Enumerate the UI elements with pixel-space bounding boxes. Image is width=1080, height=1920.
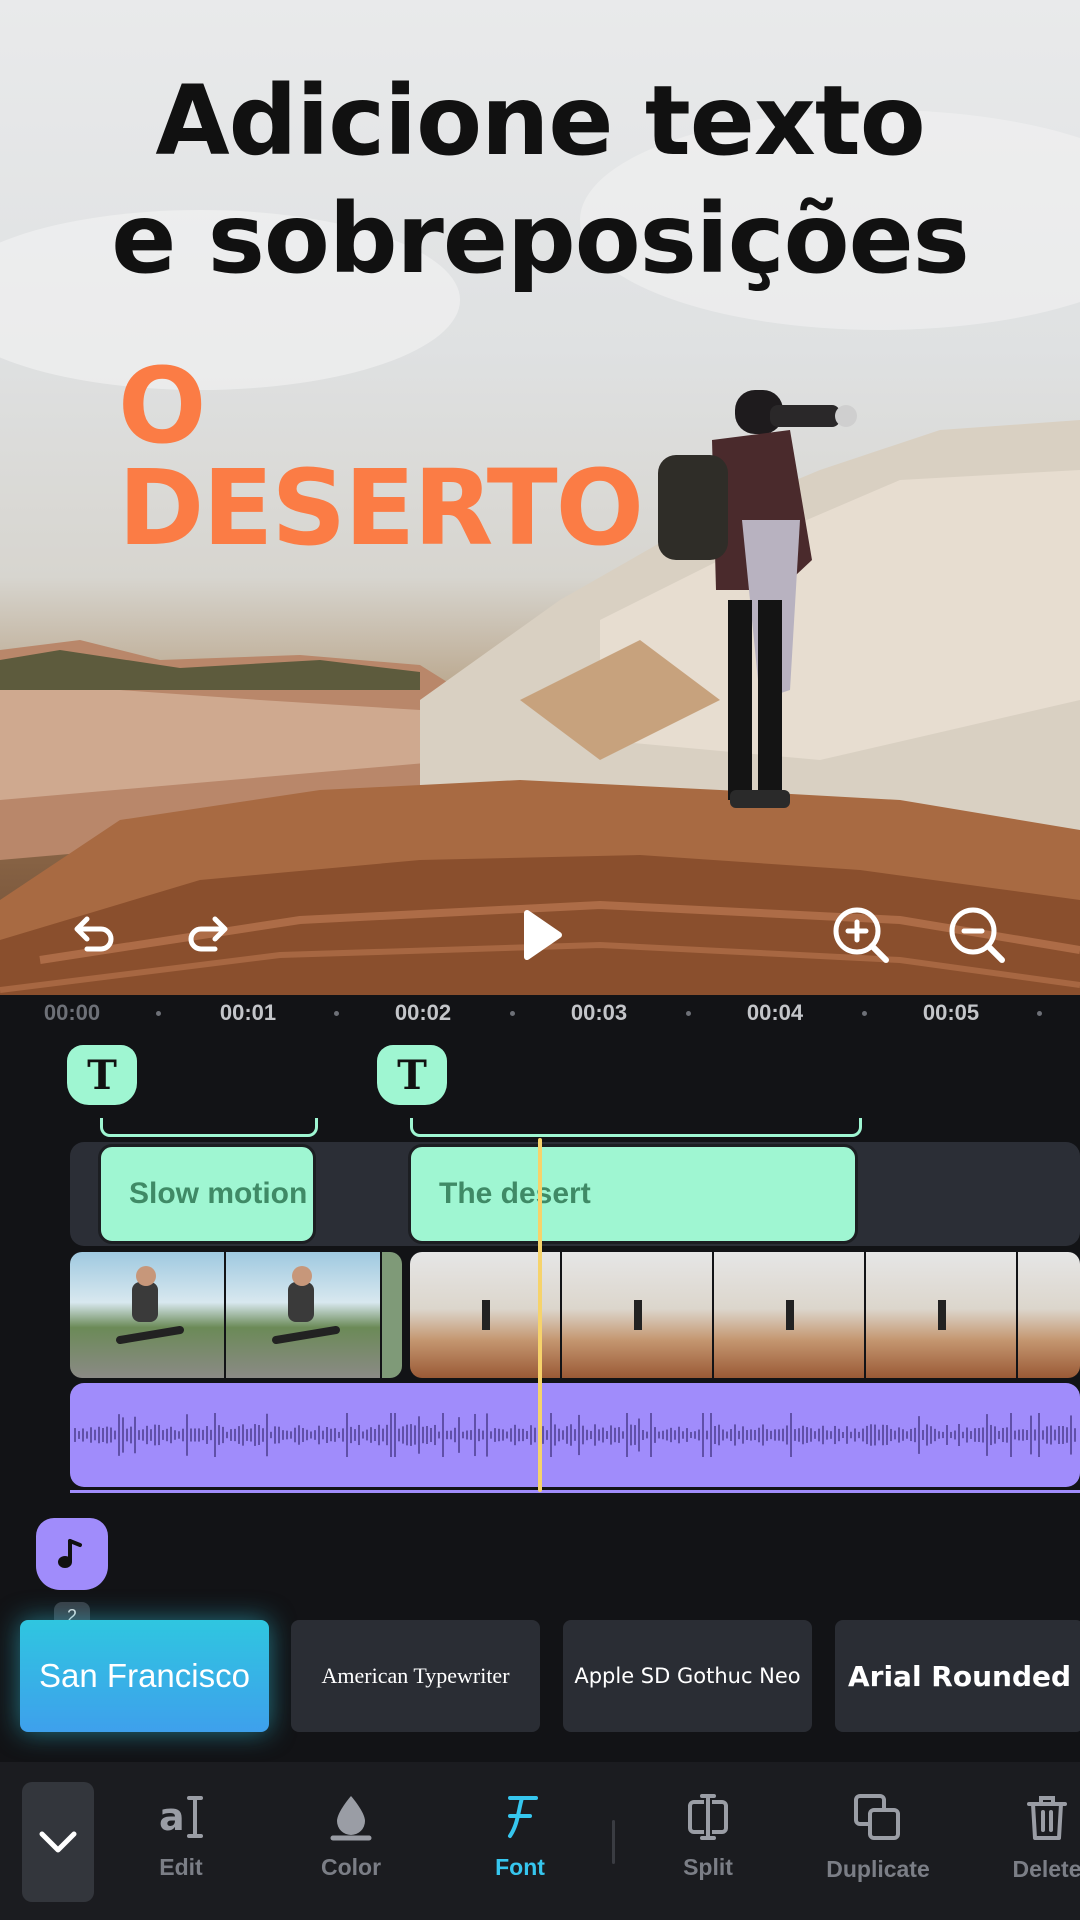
video-thumbnail: [226, 1252, 380, 1378]
tick-dot: [1037, 1011, 1042, 1016]
music-marker[interactable]: [36, 1518, 108, 1590]
overlay-line-2: DESERTO: [118, 447, 644, 569]
tool-font[interactable]: Font: [445, 1792, 595, 1881]
tool-duplicate[interactable]: Duplicate: [803, 1792, 953, 1883]
undo-icon: [74, 916, 114, 952]
color-drop-icon: [330, 1796, 372, 1841]
tool-label: Split: [683, 1854, 733, 1880]
video-thumbnail: [70, 1252, 224, 1378]
video-clip-desert[interactable]: [410, 1252, 1080, 1378]
zoom-out-button[interactable]: [942, 900, 1012, 970]
playhead[interactable]: [538, 1138, 542, 1492]
play-icon: [524, 910, 562, 960]
zoom-out-icon: [949, 907, 1005, 963]
collapse-button[interactable]: [22, 1782, 94, 1902]
time-ruler[interactable]: 00:00 00:01 00:02 00:03 00:04 00:05: [0, 995, 1080, 1035]
duplicate-icon: [854, 1794, 900, 1840]
tool-color[interactable]: Color: [276, 1792, 426, 1881]
redo-icon: [188, 916, 228, 952]
music-note-icon: [58, 1539, 82, 1568]
tool-label: Edit: [159, 1854, 203, 1880]
zoom-in-button[interactable]: [826, 900, 896, 970]
text-clip-bracket: [100, 1118, 318, 1137]
text-marker[interactable]: T: [377, 1045, 447, 1105]
tool-split[interactable]: Split: [633, 1792, 783, 1881]
tool-edit[interactable]: a Edit: [106, 1792, 256, 1881]
tool-delete[interactable]: Delete: [972, 1792, 1080, 1883]
text-clip-label: The desert: [439, 1177, 591, 1210]
tick-dot: [862, 1011, 867, 1016]
text-marker[interactable]: T: [67, 1045, 137, 1105]
video-thumbnail: [714, 1252, 864, 1378]
font-chip-arial-rounded[interactable]: Arial Rounded: [835, 1620, 1080, 1732]
headline-line-1: Adicione texto: [155, 65, 925, 177]
redo-button[interactable]: [174, 900, 244, 970]
video-thumbnail: [382, 1252, 402, 1378]
audio-track[interactable]: [70, 1383, 1080, 1487]
text-clip-slow-motion[interactable]: Slow motion: [98, 1144, 316, 1244]
text-edit-icon: a: [159, 1795, 203, 1839]
headline-line-2: e sobreposições: [111, 183, 970, 295]
promo-headline: Adicione texto e sobreposições: [0, 62, 1080, 298]
tick-label: 00:01: [219, 1000, 277, 1025]
tick-label: 00:03: [570, 1000, 628, 1025]
font-chip-american-typewriter[interactable]: American Typewriter: [291, 1620, 540, 1732]
tick-label: 00:04: [746, 1000, 804, 1025]
tool-label: Duplicate: [826, 1856, 930, 1882]
video-clip-skate[interactable]: [70, 1252, 402, 1378]
trash-icon: [1027, 1796, 1067, 1840]
audio-bracket: [70, 1490, 1080, 1493]
svg-text:a: a: [159, 1795, 185, 1839]
undo-button[interactable]: [58, 900, 128, 970]
split-icon: [688, 1792, 728, 1842]
video-thumbnail: [562, 1252, 712, 1378]
skater-thumbnail: [116, 1266, 184, 1344]
bottom-toolbar: a Edit Color Font Split Duplicate Delete: [0, 1762, 1080, 1920]
tick-dot: [686, 1011, 691, 1016]
desert-thumbnail: [786, 1300, 794, 1330]
tool-label: Delete: [1012, 1856, 1080, 1882]
play-button[interactable]: [505, 900, 575, 970]
text-clip-label: Slow motion: [129, 1177, 308, 1210]
chevron-down-icon: [39, 1831, 77, 1853]
tool-label: Color: [320, 1854, 382, 1880]
zoom-in-icon: [833, 907, 889, 963]
text-overlay[interactable]: O DESERTO: [118, 345, 644, 569]
audio-waveform: [74, 1413, 1076, 1457]
overlay-line-1: O: [118, 345, 206, 467]
desert-thumbnail: [634, 1300, 642, 1330]
tick-dot: [156, 1011, 161, 1016]
tick-dot: [334, 1011, 339, 1016]
text-clip-bracket: [410, 1118, 862, 1137]
desert-thumbnail: [938, 1300, 946, 1330]
video-thumbnail: [866, 1252, 1016, 1378]
tick-dot: [510, 1011, 515, 1016]
font-chip-san-francisco[interactable]: San Francisco: [20, 1620, 269, 1732]
video-preview: Adicione texto e sobreposições O DESERTO: [0, 0, 1080, 995]
skater-thumbnail: [272, 1266, 340, 1344]
tick-label: 00:02: [394, 1000, 452, 1025]
video-thumbnail: [1018, 1252, 1080, 1378]
tick-label: 00:05: [922, 1000, 980, 1025]
toolbar-divider: [612, 1820, 615, 1864]
tick-label: 00:00: [43, 1000, 101, 1025]
font-icon: [508, 1796, 538, 1838]
font-picker: San Francisco American Typewriter Apple …: [0, 1620, 1080, 1732]
text-clip-the-desert[interactable]: The desert: [408, 1144, 858, 1244]
tool-label: Font: [495, 1854, 545, 1880]
font-chip-apple-sd-gothic-neo[interactable]: Apple SD Gothuc Neo: [563, 1620, 812, 1732]
